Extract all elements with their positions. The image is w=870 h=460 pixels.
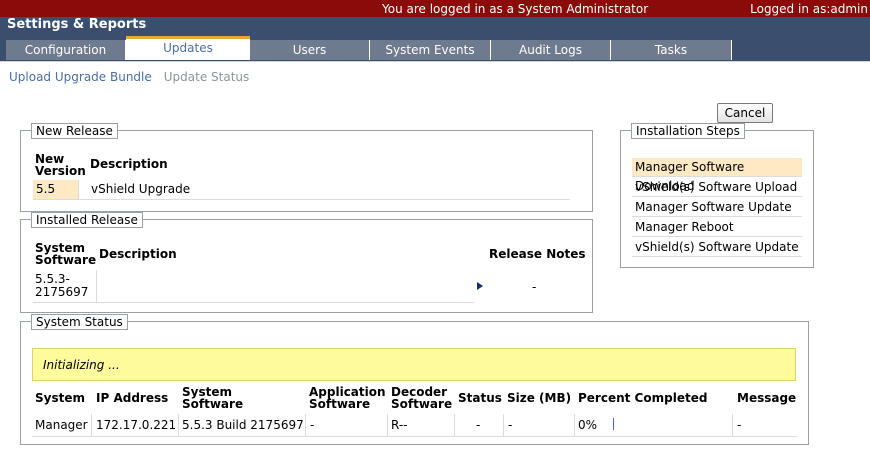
step-vshield-software-upload: vShield(s) Software Upload [632, 178, 802, 197]
release-notes-header: Release Notes [489, 247, 586, 261]
update-status-link[interactable]: Update Status [164, 70, 250, 84]
column-divider [732, 414, 733, 436]
tab-tasks[interactable]: Tasks [611, 40, 732, 60]
column-divider [574, 414, 575, 436]
system-software-header: System Software [35, 241, 97, 267]
column-divider [96, 270, 97, 302]
tab-updates[interactable]: Updates [126, 36, 250, 60]
tab-configuration[interactable]: Configuration [6, 40, 126, 60]
new-version-header: New Version [35, 152, 86, 178]
column-divider [91, 414, 92, 436]
logged-in-user: Logged in as:admin [750, 2, 868, 16]
step-manager-software-update: Manager Software Update [632, 198, 802, 217]
column-divider [178, 414, 179, 436]
cancel-button[interactable]: Cancel [717, 103, 773, 123]
system-status-legend: System Status [31, 314, 128, 330]
progress-bar [613, 418, 614, 430]
col-message: Message [737, 391, 797, 405]
system-status-panel: System Status Initializing ... System IP… [20, 314, 809, 445]
col-application-software: Application Software [309, 385, 386, 411]
installed-release-legend: Installed Release [31, 212, 143, 228]
sub-navigation: Upload Upgrade Bundle Update Status [9, 70, 249, 84]
installed-software-value: 5.5.3-2175697 [35, 272, 89, 299]
login-role-message: You are logged in as a System Administra… [382, 2, 649, 16]
installation-steps-legend: Installation Steps [631, 123, 745, 139]
row-status: - [476, 418, 481, 432]
release-notes-arrow-icon[interactable] [477, 282, 483, 290]
col-decoder-software: Decoder Software [391, 385, 453, 411]
top-status-bar: You are logged in as a System Administra… [0, 0, 870, 17]
row-decoder: R-- [391, 418, 408, 432]
row-divider [33, 199, 570, 200]
column-divider [78, 180, 79, 199]
column-divider [387, 414, 388, 436]
installed-release-panel: Installed Release System Software Descri… [20, 212, 593, 313]
row-app-software: - [310, 418, 315, 432]
row-message: - [737, 418, 742, 432]
row-system: Manager [35, 418, 88, 432]
upload-upgrade-bundle-link[interactable]: Upload Upgrade Bundle [9, 70, 152, 84]
new-release-description: vShield Upgrade [91, 182, 191, 196]
col-size: Size (MB) [507, 391, 572, 405]
column-divider [454, 414, 455, 436]
installed-description-header: Description [99, 247, 177, 261]
step-manager-software-download: Manager Software Download [632, 158, 802, 193]
column-divider [503, 414, 504, 436]
col-system-software: System Software [182, 385, 244, 411]
col-ip-address: IP Address [96, 391, 169, 405]
step-manager-reboot: Manager Reboot [632, 218, 802, 237]
release-notes-value: - [532, 280, 537, 294]
status-banner: Initializing ... [32, 348, 796, 381]
new-release-panel: New Release New Version Description 5.5 … [20, 123, 593, 212]
installation-steps-panel: Installation Steps Manager Software Down… [620, 123, 814, 268]
row-software: 5.5.3 Build 2175697 [182, 418, 304, 432]
page-title: Settings & Reports [7, 17, 147, 32]
column-divider [305, 414, 306, 436]
tab-divider [0, 61, 870, 62]
row-size: - [508, 418, 513, 432]
row-percent: 0% [578, 418, 598, 432]
tab-system-events[interactable]: System Events [370, 40, 491, 60]
row-divider [33, 302, 474, 303]
tab-users[interactable]: Users [250, 40, 370, 60]
tab-bar: Configuration Updates Users System Event… [0, 36, 870, 61]
col-percent-completed: Percent Completed [578, 391, 708, 405]
description-header: Description [90, 157, 168, 171]
step-vshield-software-update: vShield(s) Software Update [632, 238, 802, 257]
new-version-value: 5.5 [33, 180, 78, 199]
row-ip: 172.17.0.221 [96, 418, 177, 432]
col-status: Status [458, 391, 502, 405]
new-release-legend: New Release [31, 123, 118, 139]
col-system: System [35, 391, 85, 405]
tab-audit-logs[interactable]: Audit Logs [491, 40, 611, 60]
row-divider [32, 436, 797, 437]
